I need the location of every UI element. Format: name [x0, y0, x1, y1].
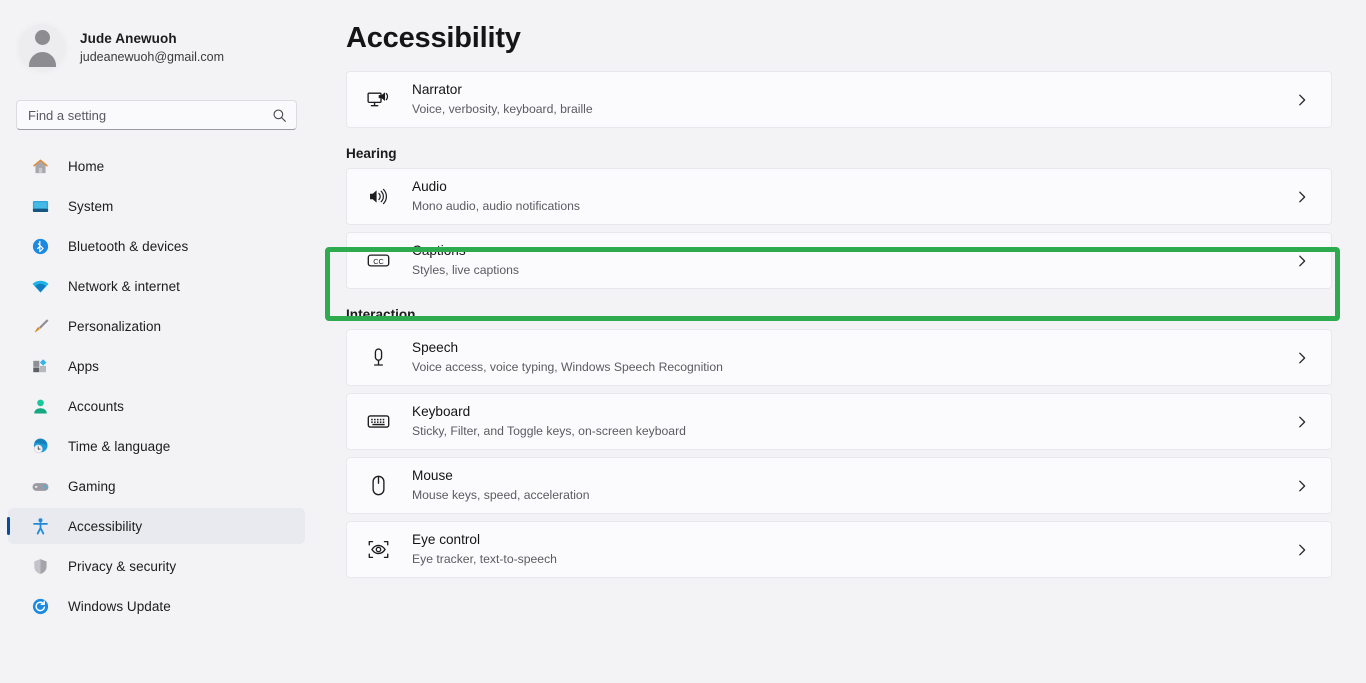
sidebar-item-label: Accessibility — [68, 518, 143, 534]
chevron-right-icon — [1299, 191, 1306, 203]
sidebar-item-time-language[interactable]: Time & language — [8, 428, 305, 464]
sidebar-item-windows-update[interactable]: Windows Update — [8, 588, 305, 624]
card-title: Narrator — [412, 82, 462, 98]
bluetooth-icon — [30, 236, 50, 256]
search-container — [0, 100, 313, 130]
sidebar-item-accounts[interactable]: Accounts — [8, 388, 305, 424]
sidebar-item-personalization[interactable]: Personalization — [8, 308, 305, 344]
sidebar-item-label: System — [68, 198, 114, 214]
chevron-right-icon — [1299, 480, 1306, 492]
accessibility-person-icon — [30, 516, 50, 536]
card-title: Eye control — [412, 532, 481, 548]
apps-icon — [30, 356, 50, 376]
settings-card-narrator[interactable]: Narrator Voice, verbosity, keyboard, bra… — [346, 71, 1332, 128]
home-icon — [30, 156, 50, 176]
sidebar-item-home[interactable]: Home — [8, 148, 305, 184]
speaker-icon — [364, 183, 392, 211]
person-icon — [30, 396, 50, 416]
chevron-right-icon — [1299, 544, 1306, 556]
sidebar-item-label: Privacy & security — [68, 558, 177, 574]
settings-window: Jude Anewuoh judeanewuoh@gmail.com Find … — [0, 0, 1366, 683]
mouse-icon — [364, 472, 392, 500]
section-heading-hearing: Hearing — [346, 146, 397, 161]
settings-card-eye-control[interactable]: Eye control Eye tracker, text-to-speech — [346, 521, 1332, 578]
search-input[interactable] — [17, 101, 296, 129]
chevron-right-icon — [1299, 94, 1306, 106]
sidebar-item-apps[interactable]: Apps — [8, 348, 305, 384]
main-content: Accessibility Narrator Voice, verbosity,… — [313, 0, 1366, 683]
sidebar-item-label: Personalization — [68, 318, 162, 334]
sidebar-item-label: Apps — [68, 358, 99, 374]
wifi-icon — [30, 276, 50, 296]
shield-icon — [30, 556, 50, 576]
card-subtitle: Voice access, voice typing, Windows Spee… — [412, 360, 723, 375]
user-profile[interactable]: Jude Anewuoh judeanewuoh@gmail.com — [0, 14, 313, 82]
sidebar-item-system[interactable]: System — [8, 188, 305, 224]
sidebar-item-label: Home — [68, 158, 105, 174]
section-heading-interaction: Interaction — [346, 307, 416, 322]
settings-card-mouse[interactable]: Mouse Mouse keys, speed, acceleration — [346, 457, 1332, 514]
profile-email: judeanewuoh@gmail.com — [80, 50, 225, 65]
sidebar-item-privacy-security[interactable]: Privacy & security — [8, 548, 305, 584]
settings-card-keyboard[interactable]: Keyboard Sticky, Filter, and Toggle keys… — [346, 393, 1332, 450]
sidebar-item-accessibility[interactable]: Accessibility — [7, 508, 305, 544]
avatar — [18, 24, 66, 72]
chevron-right-icon — [1299, 352, 1306, 364]
chevron-right-icon — [1299, 255, 1306, 267]
sidebar-nav: Home System Bluetooth & devices Network … — [0, 148, 313, 624]
card-subtitle: Styles, live captions — [412, 263, 520, 278]
card-subtitle: Voice, verbosity, keyboard, braille — [412, 102, 593, 117]
page-title: Accessibility — [346, 22, 521, 54]
sidebar-item-gaming[interactable]: Gaming — [8, 468, 305, 504]
settings-list: Narrator Voice, verbosity, keyboard, bra… — [333, 71, 1332, 578]
card-title: Mouse — [412, 468, 453, 484]
microphone-icon — [364, 344, 392, 372]
search-icon — [273, 109, 286, 122]
settings-card-audio[interactable]: Audio Mono audio, audio notifications — [346, 168, 1332, 225]
sidebar-item-label: Bluetooth & devices — [68, 238, 189, 254]
gamepad-icon — [30, 476, 50, 496]
card-title: Captions — [412, 243, 466, 259]
system-monitor-icon — [30, 196, 50, 216]
chevron-right-icon — [1299, 416, 1306, 428]
card-subtitle: Sticky, Filter, and Toggle keys, on-scre… — [412, 424, 686, 439]
card-title: Speech — [412, 340, 459, 356]
closed-caption-icon: CC — [364, 247, 392, 275]
sidebar-item-bluetooth-devices[interactable]: Bluetooth & devices — [8, 228, 305, 264]
clock-globe-icon — [30, 436, 50, 456]
card-title: Keyboard — [412, 404, 471, 420]
paintbrush-icon — [30, 316, 50, 336]
search-box[interactable] — [16, 100, 297, 130]
update-refresh-icon — [30, 596, 50, 616]
card-subtitle: Mono audio, audio notifications — [412, 199, 581, 214]
sidebar-item-network-internet[interactable]: Network & internet — [8, 268, 305, 304]
card-title: Audio — [412, 179, 447, 195]
card-subtitle: Mouse keys, speed, acceleration — [412, 488, 590, 503]
profile-name: Jude Anewuoh — [80, 30, 177, 46]
narrator-monitor-icon — [364, 86, 392, 114]
eye-control-icon — [364, 536, 392, 564]
sidebar-item-label: Time & language — [68, 438, 171, 454]
settings-card-speech[interactable]: Speech Voice access, voice typing, Windo… — [346, 329, 1332, 386]
card-subtitle: Eye tracker, text-to-speech — [412, 552, 557, 567]
sidebar-item-label: Network & internet — [68, 278, 180, 294]
settings-card-captions[interactable]: CC Captions Styles, live captions — [346, 232, 1332, 289]
svg-text:CC: CC — [373, 257, 384, 266]
sidebar-item-label: Gaming — [68, 478, 116, 494]
keyboard-icon — [364, 408, 392, 436]
sidebar-item-label: Accounts — [68, 398, 124, 414]
sidebar: Jude Anewuoh judeanewuoh@gmail.com Find … — [0, 0, 313, 683]
sidebar-item-label: Windows Update — [68, 598, 171, 614]
